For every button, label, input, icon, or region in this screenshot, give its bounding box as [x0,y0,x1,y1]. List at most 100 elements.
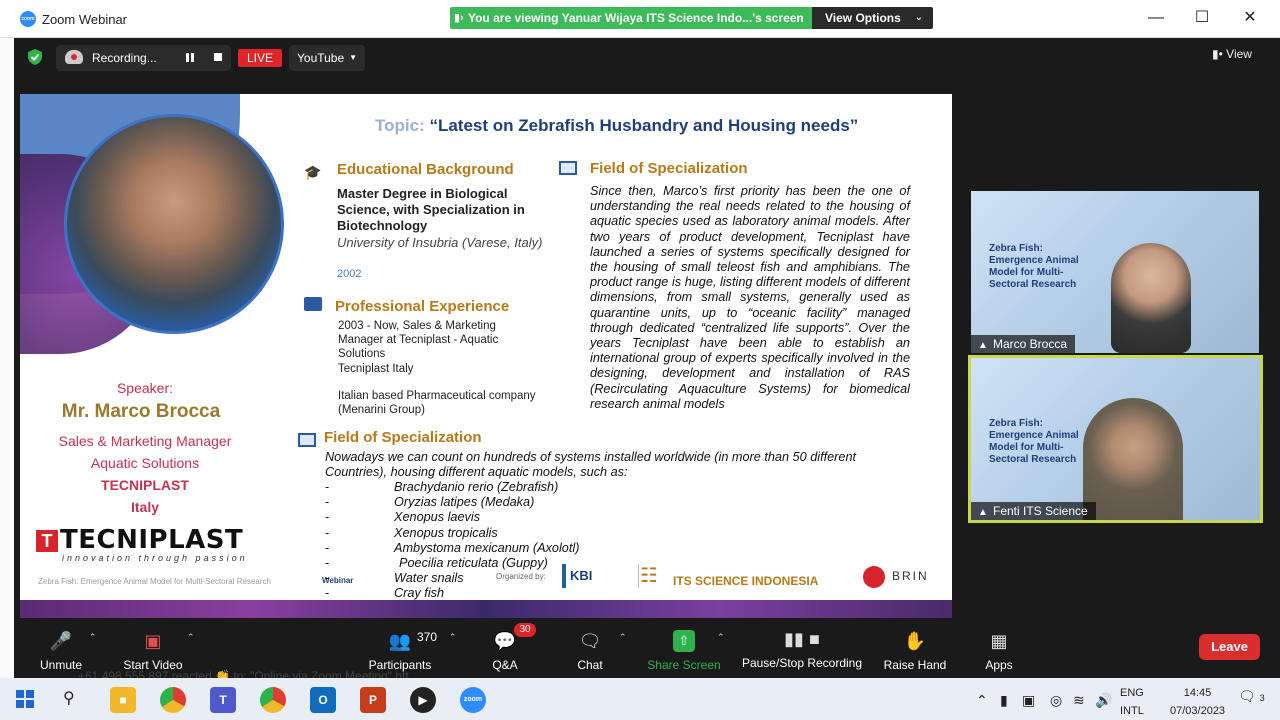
language-indicator[interactable]: ENG INTL [1120,684,1144,720]
shared-screen-slide: Speaker: Mr. Marco Brocca Sales & Market… [20,94,952,618]
slide-topic: Topic: “Latest on Zebrafish Husbandry an… [375,116,858,136]
volume-icon[interactable]: 🔊 [1095,692,1112,709]
exp-item-2: Tecniplast Italy [338,363,414,375]
view-options-button[interactable]: View Options ⌄ [812,7,933,29]
graduation-cap-icon: 🎓 [304,164,322,180]
stop-recording-icon[interactable] [214,53,222,61]
minimize-button[interactable]: — [1146,8,1166,28]
system-clock[interactable]: 14:45 07/03/2023 [1170,684,1225,720]
speaker-role-1: Sales & Marketing Manager [58,433,232,449]
viewing-banner: ▮› You are viewing Yanuar Wijaya ITS Sci… [450,7,812,29]
zoom-taskbar-icon[interactable]: zoom [460,687,486,713]
windows-start-icon[interactable] [16,690,34,708]
tecniplast-logo-mark: T [36,530,58,552]
unmute-button[interactable]: 🎤 Unmute [36,630,86,672]
participant-name-bar: ▲ Fenti ITS Science [971,502,1096,520]
powerpoint-icon[interactable]: P [360,687,386,713]
video-options-caret-icon[interactable]: ⌃ [187,632,195,643]
exp-item-1: 2003 - Now, Sales & Marketing Manager at… [338,320,499,360]
participant-name-bar: ▲ Marco Brocca [971,335,1076,353]
brin-logo: BRIN [892,569,929,583]
search-icon[interactable]: ⚲ [63,688,75,708]
spec-intro: Nowadays we can count on hundreds of sys… [325,450,857,480]
tray-display-icon[interactable]: ▣ [1022,692,1035,709]
edu-degree: Master Degree in Biological Science, wit… [337,186,525,233]
edu-university: University of Insubria (Varese, Italy) [337,235,543,250]
tray-overflow-icon[interactable]: ⌃ [976,692,988,709]
window-title: Zoom Webinar [42,12,128,27]
qa-label: Q&A [492,658,518,672]
share-screen-label: Share Screen [647,658,721,672]
species-item: Ambystoma mexicanum (Axolotl) [394,540,580,555]
file-explorer-icon[interactable]: ■ [110,687,136,713]
its-logo-icon: ☷ [640,565,658,587]
close-button[interactable]: ✕ [1240,8,1260,28]
apps-icon: ▦ [990,631,1008,651]
wifi-icon[interactable]: ≋ [1073,692,1085,709]
edu-header: Educational Background [337,161,514,178]
tray-camera-icon[interactable]: ◎ [1050,692,1062,709]
start-video-button[interactable]: ▣ Start Video [118,630,188,672]
exp-item-3: Italian based Pharmaceutical company (Me… [338,390,536,416]
speaker-share-icon: ▮› [454,12,464,24]
teams-icon[interactable]: T [210,687,236,713]
pause-stop-recording-button[interactable]: ▮▮ ■ Pause/Stop Recording [740,628,864,670]
chat-caret-icon[interactable]: ⌃ [619,632,627,643]
chrome-profile-icon[interactable] [260,687,286,713]
recording-label: Recording... [92,51,157,65]
chat-icon: 🗨 [578,631,602,651]
species-bullet: - [325,510,330,525]
chat-button[interactable]: 🗨 Chat [572,630,608,672]
species-bullet: - [325,586,330,601]
notification-count: 3 [1259,693,1265,703]
qa-count-badge: 30 [514,623,536,637]
participant-video [1111,243,1191,353]
species-item: Xenopus laevis [394,510,481,525]
recording-indicator: Recording... [56,45,231,71]
its-science-logo: ITS SCIENCE INDONESIA [673,574,819,588]
notification-center-icon[interactable]: 🗨 3 [1238,688,1265,705]
caret-down-icon: ▼ [349,53,357,62]
exp-header: Professional Experience [335,298,510,315]
viewing-banner-text: You are viewing Yanuar Wijaya ITS Scienc… [468,11,804,25]
video-tile-marco[interactable]: Zebra Fish: Emergence Animal Model for M… [971,191,1259,353]
pause-recording-label: Pause/Stop Recording [741,656,863,670]
speaker-photo [64,114,284,334]
record-dot-icon [71,54,77,60]
outlook-icon[interactable]: O [310,687,336,713]
video-slide-title: Zebra Fish: Emergence Animal Model for M… [989,243,1079,290]
live-badge: LIVE [238,49,282,67]
slide-bottom-network [20,600,952,618]
media-player-icon[interactable]: ▶ [410,687,436,713]
spec-header-right: Field of Specialization [590,160,748,177]
clock-date: 07/03/2023 [1170,705,1226,717]
share-screen-button[interactable]: ⇧ Share Screen [646,630,722,672]
species-item: Water snails [394,571,464,586]
chrome-icon[interactable] [160,687,186,713]
participants-count: 370 [417,630,438,644]
view-layout-button[interactable]: ▮• View [1212,47,1252,61]
video-slide-title: Zebra Fish: Emergence Animal Model for M… [989,418,1079,465]
certificate-icon [298,433,316,447]
windows-taskbar [0,678,1280,720]
apps-label: Apps [985,658,1013,672]
spec-header-left: Field of Specialization [324,429,482,446]
raise-hand-label: Raise Hand [883,658,947,672]
maximize-button[interactable]: ☐ [1192,8,1212,28]
leave-button[interactable]: Leave [1199,634,1260,660]
left-edge-strip [0,38,14,678]
share-caret-icon[interactable]: ⌃ [717,632,725,643]
raise-hand-button[interactable]: ✋ Raise Hand [882,630,948,672]
pause-recording-icon[interactable] [186,53,194,62]
security-shield-icon[interactable] [26,48,44,66]
audio-options-caret-icon[interactable]: ⌃ [89,632,97,643]
tecniplast-logo: T TECNIPLAST innovation through passion [36,525,272,563]
pin-icon: ▲ [978,507,988,518]
share-screen-icon: ⇧ [673,630,695,652]
participants-caret-icon[interactable]: ⌃ [449,632,457,643]
species-item: Brachydanio rerio (Zebrafish) [394,480,559,494]
apps-button[interactable]: ▦ Apps [982,630,1016,672]
video-tile-fenti[interactable]: Zebra Fish: Emergence Animal Model for M… [968,355,1263,523]
livestream-target-dropdown[interactable]: YouTube ▼ [289,45,365,71]
participant-name: Fenti ITS Science [993,504,1088,518]
